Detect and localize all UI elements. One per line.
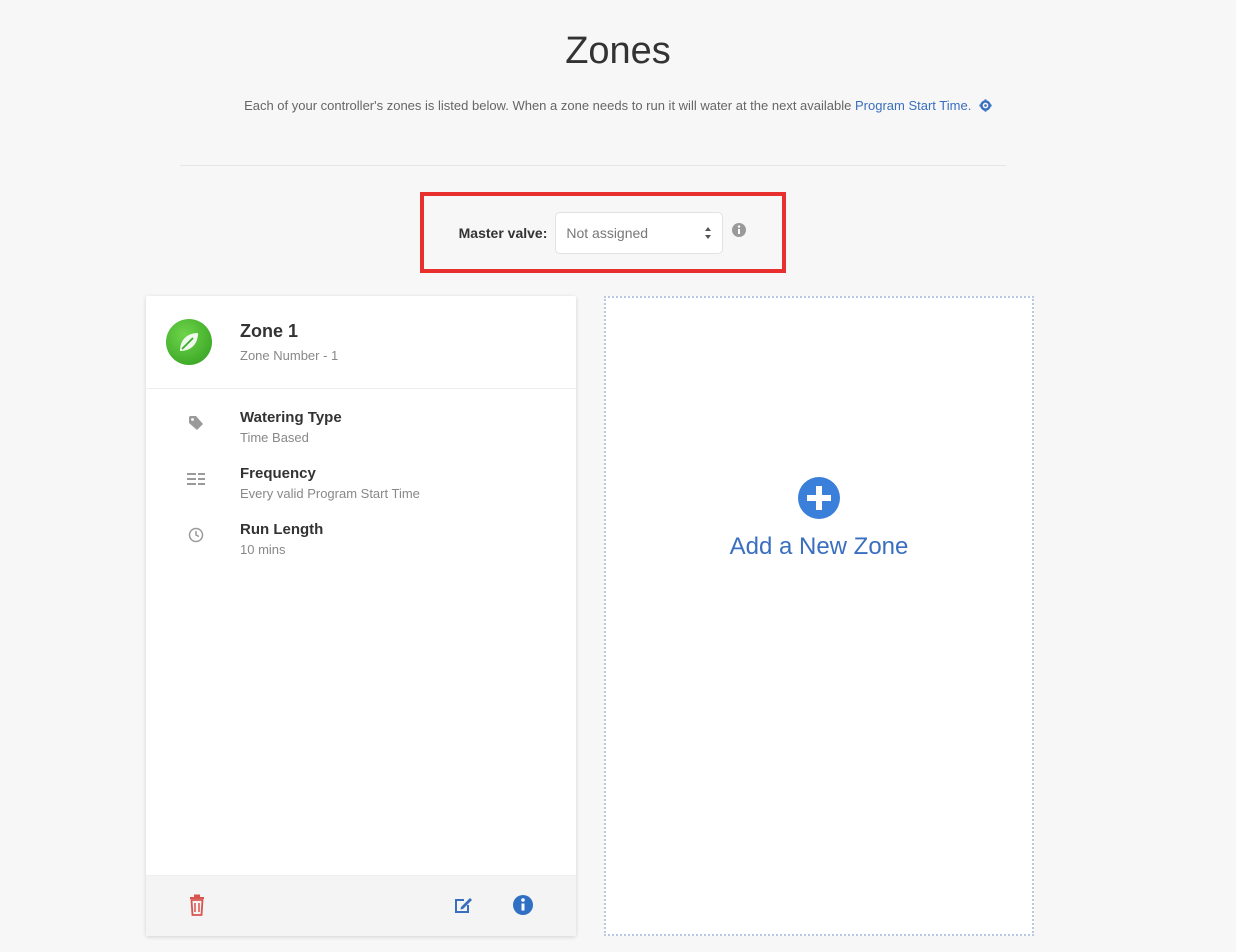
section-divider (180, 165, 1006, 166)
detail-value: Time Based (240, 430, 309, 445)
detail-value: Every valid Program Start Time (240, 486, 420, 501)
zone-card-header: Zone 1 Zone Number - 1 (146, 296, 576, 389)
detail-title: Run Length (240, 521, 324, 538)
master-valve-select[interactable]: Not assigned (555, 211, 724, 254)
page-title: Zones (565, 30, 671, 72)
intro-description: Each of your controller's zones is liste… (244, 98, 852, 113)
master-valve-info-icon[interactable] (731, 222, 747, 243)
trash-icon[interactable] (188, 894, 206, 921)
zone-title: Zone 1 (240, 321, 299, 341)
zones-page: Zones Each of your controller's zones is… (0, 0, 1236, 952)
plus-circle-icon (798, 477, 840, 519)
edit-icon[interactable] (452, 894, 474, 921)
zone-subtitle: Zone Number - 1 (240, 348, 339, 363)
add-zone-label: Add a New Zone (729, 533, 909, 560)
info-icon[interactable] (512, 894, 534, 921)
master-valve-row: Master valve: Not assigned (424, 196, 782, 269)
detail-title: Frequency (240, 465, 316, 482)
program-start-time-link[interactable]: Program Start Time. (855, 98, 971, 113)
detail-title: Watering Type (240, 409, 342, 426)
tag-icon (184, 409, 208, 445)
zone-avatar (166, 319, 212, 365)
leaf-icon (180, 333, 198, 351)
clock-icon (184, 521, 208, 557)
select-arrows-icon (704, 226, 712, 240)
gear-icon[interactable] (979, 99, 992, 115)
zone-detail-watering-type: Watering Type Time Based (146, 409, 576, 445)
detail-value: 10 mins (240, 542, 286, 557)
master-valve-selected-value: Not assigned (566, 224, 649, 241)
intro-text: Each of your controller's zones is liste… (0, 98, 1236, 115)
zone-detail-run-length: Run Length 10 mins (146, 521, 576, 557)
add-zone-content: Add a New Zone (606, 476, 1032, 561)
list-icon (184, 465, 208, 501)
zone-detail-frequency: Frequency Every valid Program Start Time (146, 465, 576, 501)
master-valve-label: Master valve: (458, 224, 548, 241)
zone-card[interactable]: Zone 1 Zone Number - 1 Watering Type Tim… (146, 296, 576, 936)
add-new-zone-card[interactable]: Add a New Zone (604, 296, 1034, 936)
zone-card-footer (146, 875, 576, 936)
